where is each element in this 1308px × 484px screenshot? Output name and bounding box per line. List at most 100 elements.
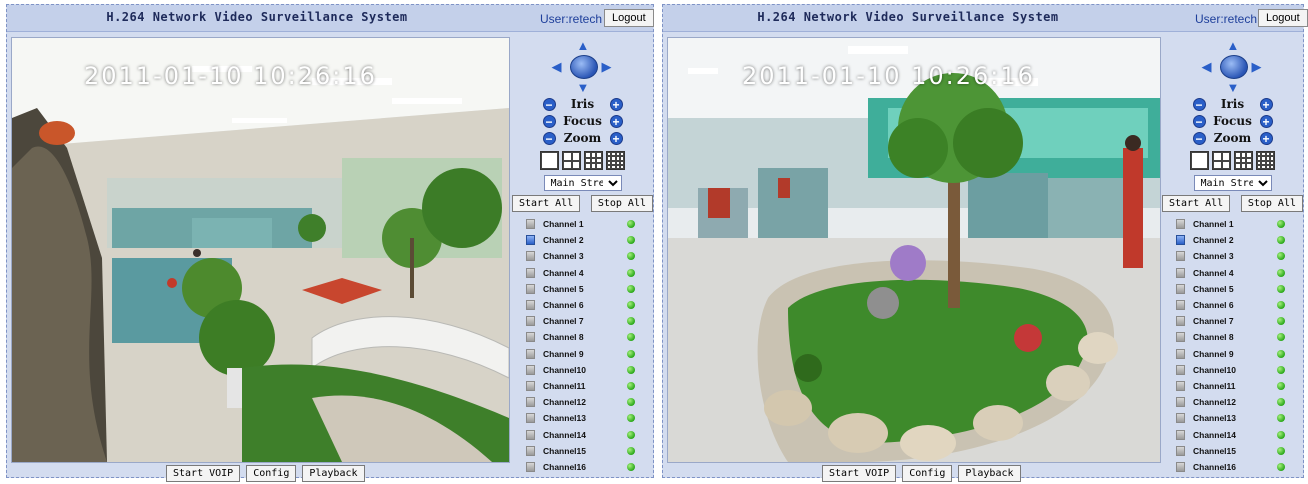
layout-1-icon[interactable] [1190, 151, 1209, 170]
layout-4-icon[interactable] [562, 151, 581, 170]
camera-icon [526, 461, 535, 472]
control-panel: ▲ ◀ ▶ ▼ − Iris + − Focus + − Zoom + Main… [510, 37, 655, 475]
channel-item[interactable]: Channel 2 [1160, 232, 1305, 248]
layout-9-icon[interactable] [1234, 151, 1253, 170]
status-dot-icon [1277, 414, 1285, 423]
channel-item[interactable]: Channel14 [1160, 426, 1305, 442]
logout-button[interactable]: Logout [604, 9, 654, 27]
status-dot-icon [627, 365, 635, 374]
ptz-center-button[interactable] [569, 55, 598, 79]
logout-button[interactable]: Logout [1258, 9, 1308, 27]
camera-icon [1176, 251, 1185, 262]
ptz-right-icon[interactable]: ▶ [1252, 60, 1262, 73]
channel-label: Channel16 [543, 461, 586, 472]
layout-16-icon[interactable] [606, 151, 625, 170]
channel-item[interactable]: Channel 3 [1160, 248, 1305, 264]
channel-item[interactable]: Channel16 [510, 459, 655, 475]
ptz-up-icon[interactable]: ▲ [577, 39, 590, 52]
channel-item[interactable]: Channel 7 [1160, 313, 1305, 329]
focus-minus-icon[interactable]: − [542, 114, 556, 128]
layout-4-icon[interactable] [1212, 151, 1231, 170]
ptz-center-button[interactable] [1219, 55, 1248, 79]
layout-9-icon[interactable] [584, 151, 603, 170]
channel-item[interactable]: Channel 7 [510, 313, 655, 329]
status-dot-icon [627, 398, 635, 407]
channel-item[interactable]: Channel 4 [1160, 265, 1305, 281]
channel-item[interactable]: Channel10 [1160, 362, 1305, 378]
iris-plus-icon[interactable]: + [609, 97, 623, 111]
ptz-left-icon[interactable]: ◀ [552, 60, 562, 73]
layout-16-icon[interactable] [1256, 151, 1275, 170]
channel-label: Channel 4 [1193, 267, 1234, 278]
channel-label: Channel11 [1193, 380, 1236, 391]
stream-select[interactable]: Main Stream [1193, 175, 1272, 191]
channel-item[interactable]: Channel 8 [1160, 329, 1305, 345]
status-dot-icon [627, 220, 635, 229]
channel-item[interactable]: Channel11 [510, 378, 655, 394]
zoom-minus-icon[interactable]: − [1192, 131, 1206, 145]
config-button[interactable]: Config [902, 465, 953, 482]
channel-item[interactable]: Channel11 [1160, 378, 1305, 394]
playback-button[interactable]: Playback [958, 465, 1021, 482]
focus-plus-icon[interactable]: + [609, 114, 623, 128]
channel-item[interactable]: Channel16 [1160, 459, 1305, 475]
channel-item[interactable]: Channel 2 [510, 232, 655, 248]
start-all-button[interactable]: Start All [1162, 195, 1231, 212]
ptz-right-icon[interactable]: ▶ [602, 60, 612, 73]
start-voip-button[interactable]: Start VOIP [822, 465, 897, 482]
start-all-button[interactable]: Start All [512, 195, 581, 212]
channel-item[interactable]: Channel12 [1160, 394, 1305, 410]
iris-plus-icon[interactable]: + [1259, 97, 1273, 111]
camera-icon [526, 445, 535, 456]
channel-item[interactable]: Channel 1 [510, 216, 655, 232]
channel-item[interactable]: Channel 8 [510, 329, 655, 345]
channel-item[interactable]: Channel 3 [510, 248, 655, 264]
camera-icon [1176, 300, 1185, 311]
layout-1-icon[interactable] [540, 151, 559, 170]
stop-all-button[interactable]: Stop All [590, 195, 653, 212]
stream-select[interactable]: Main Stream [543, 175, 622, 191]
channel-item[interactable]: Channel 6 [1160, 297, 1305, 313]
iris-minus-icon[interactable]: − [542, 97, 556, 111]
config-button[interactable]: Config [246, 465, 297, 482]
channel-item[interactable]: Channel 5 [1160, 281, 1305, 297]
channel-item[interactable]: Channel13 [1160, 410, 1305, 426]
zoom-minus-icon[interactable]: − [542, 131, 556, 145]
zoom-plus-icon[interactable]: + [1259, 131, 1273, 145]
status-dot-icon [1277, 349, 1285, 358]
status-dot-icon [1277, 446, 1285, 455]
video-feed[interactable]: 2011-01-10 10:26:16 [667, 37, 1161, 463]
channel-item[interactable]: Channel 9 [510, 346, 655, 362]
channel-item[interactable]: Channel15 [1160, 443, 1305, 459]
channel-item[interactable]: Channel 5 [510, 281, 655, 297]
channel-label: Channel10 [1193, 364, 1236, 375]
zoom-plus-icon[interactable]: + [609, 131, 623, 145]
ptz-up-icon[interactable]: ▲ [1227, 39, 1240, 52]
playback-button[interactable]: Playback [302, 465, 365, 482]
camera-icon [526, 219, 535, 230]
channel-item[interactable]: Channel 6 [510, 297, 655, 313]
iris-minus-icon[interactable]: − [1192, 97, 1206, 111]
status-dot-icon [627, 284, 635, 293]
focus-plus-icon[interactable]: + [1259, 114, 1273, 128]
channel-item[interactable]: Channel14 [510, 426, 655, 442]
focus-minus-icon[interactable]: − [1192, 114, 1206, 128]
stop-all-button[interactable]: Stop All [1240, 195, 1303, 212]
camera-icon [526, 283, 535, 294]
ptz-down-icon[interactable]: ▼ [1227, 81, 1240, 94]
camera-icon [1176, 332, 1185, 343]
status-dot-icon [627, 414, 635, 423]
channel-item[interactable]: Channel13 [510, 410, 655, 426]
start-voip-button[interactable]: Start VOIP [166, 465, 241, 482]
channel-item[interactable]: Channel 1 [1160, 216, 1305, 232]
channel-item[interactable]: Channel15 [510, 443, 655, 459]
start-stop-row: Start All Stop All [510, 195, 655, 212]
ptz-left-icon[interactable]: ◀ [1202, 60, 1212, 73]
video-feed[interactable]: 2011-01-10 10:26:16 [11, 37, 510, 463]
ptz-down-icon[interactable]: ▼ [577, 81, 590, 94]
status-dot-icon [1277, 317, 1285, 326]
channel-item[interactable]: Channel 4 [510, 265, 655, 281]
channel-item[interactable]: Channel12 [510, 394, 655, 410]
channel-item[interactable]: Channel 9 [1160, 346, 1305, 362]
channel-item[interactable]: Channel10 [510, 362, 655, 378]
